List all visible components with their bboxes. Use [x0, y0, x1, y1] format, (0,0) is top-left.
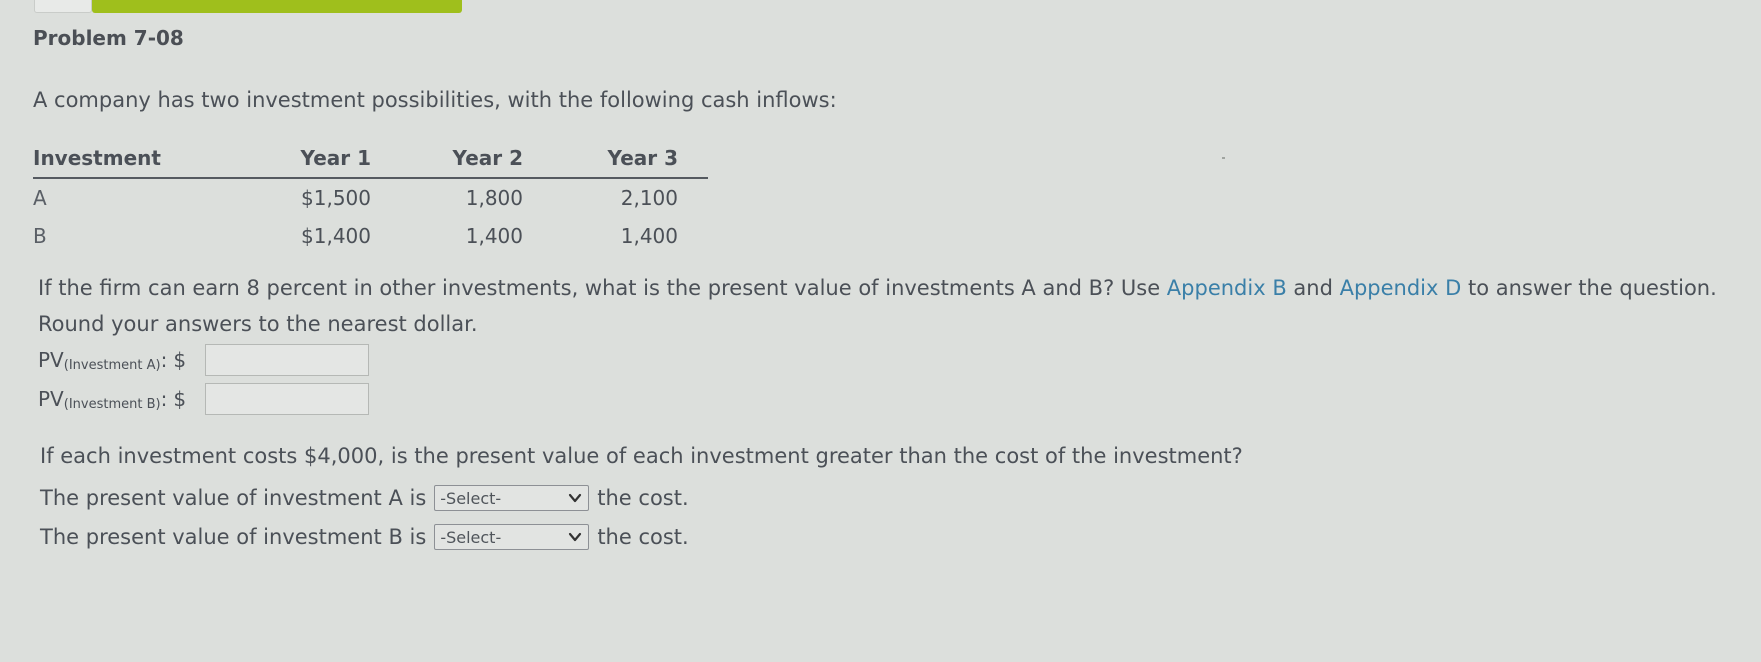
problem-title: Problem 7-08: [33, 26, 184, 50]
chevron-down-icon: [569, 493, 582, 503]
currency-symbol: $: [173, 387, 187, 411]
comparison-b-suffix: the cost.: [597, 525, 689, 549]
select-value: -Select-: [440, 488, 502, 508]
comparison-b-select[interactable]: -Select-: [434, 524, 590, 550]
column-header-year1: Year 1: [193, 145, 371, 179]
table-header-row: Investment Year 1 Year 2 Year 3: [33, 145, 708, 179]
column-header-year2: Year 2: [371, 145, 528, 179]
pv-investment-b-input[interactable]: [205, 383, 370, 415]
cell-year3: 2,100: [620, 186, 678, 210]
pv-investment-a-input[interactable]: [205, 344, 370, 376]
cell-year2: 1,400: [465, 224, 523, 248]
column-header-investment: Investment: [33, 145, 193, 179]
question-text: If the firm can earn 8 percent in other …: [38, 270, 1738, 342]
question-part2: and: [1286, 276, 1340, 300]
pv-label-colon: :: [160, 387, 168, 411]
pv-investment-b-row: PV (Investment B): $: [38, 383, 370, 415]
comparison-a-row: The present value of investment A is -Se…: [40, 485, 689, 511]
select-value: -Select-: [440, 527, 502, 547]
accent-progress-bar: [92, 0, 462, 13]
pv-label-prefix: PV: [38, 348, 64, 372]
comparison-a-suffix: the cost.: [597, 486, 689, 510]
cell-year2: 1,800: [465, 186, 523, 210]
currency-symbol: $: [173, 348, 187, 372]
row-label: B: [33, 224, 47, 248]
pv-label-prefix: PV: [38, 387, 64, 411]
pv-label-subscript: (Investment A): [63, 357, 161, 373]
cell-year3: 1,400: [620, 224, 678, 248]
appendix-b-link[interactable]: Appendix B: [1167, 276, 1287, 300]
row-label: A: [33, 186, 47, 210]
pv-label-colon: :: [160, 348, 168, 372]
cell-year1: $1,500: [301, 186, 371, 210]
chevron-down-icon: [569, 532, 582, 542]
table-row: B $1,400 1,400 1,400: [33, 217, 708, 255]
table-row: A $1,500 1,800 2,100: [33, 178, 708, 217]
cost-question-text: If each investment costs $4,000, is the …: [40, 444, 1243, 468]
comparison-b-row: The present value of investment B is -Se…: [40, 524, 689, 550]
column-header-year3: Year 3: [528, 145, 708, 179]
nav-tab-button[interactable]: [34, 0, 92, 13]
cash-inflow-table: Investment Year 1 Year 2 Year 3 A $1,500…: [33, 145, 708, 255]
comparison-a-label: The present value of investment A is: [40, 486, 427, 510]
cell-year1: $1,400: [301, 224, 371, 248]
intro-text: A company has two investment possibiliti…: [33, 88, 837, 112]
pv-label-subscript: (Investment B): [63, 396, 161, 412]
comparison-a-select[interactable]: -Select-: [434, 485, 590, 511]
comparison-b-label: The present value of investment B is: [40, 525, 427, 549]
question-part1: If the firm can earn 8 percent in other …: [38, 276, 1167, 300]
screen-artifact: [1222, 157, 1225, 159]
pv-investment-a-row: PV (Investment A): $: [38, 344, 370, 376]
appendix-d-link[interactable]: Appendix D: [1340, 276, 1462, 300]
